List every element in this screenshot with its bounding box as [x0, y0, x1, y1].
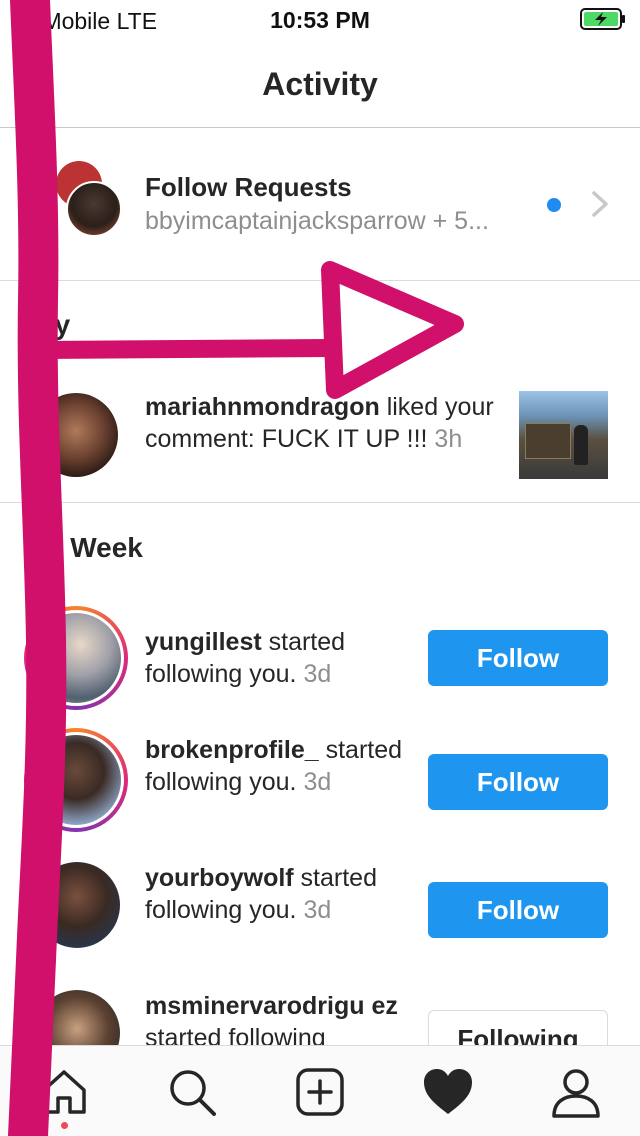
story-ring[interactable]: [24, 728, 128, 832]
activity-row-follow[interactable]: yourboywolf started following you. 3d Fo…: [0, 860, 640, 970]
section-header-this-week: his Week: [22, 532, 143, 563]
post-thumbnail[interactable]: [519, 391, 608, 479]
thumbnail-figure: [574, 425, 588, 465]
follow-button[interactable]: Follow: [428, 754, 608, 810]
page-title: Activity: [262, 66, 378, 102]
tab-search[interactable]: [164, 1064, 220, 1120]
activity-time: 3h: [434, 425, 463, 453]
avatar[interactable]: [34, 990, 120, 1045]
activity-text: mariahnmondragon liked your comment: FUC…: [145, 391, 495, 455]
username-link[interactable]: yungillest: [145, 628, 262, 656]
search-icon: [170, 1070, 216, 1116]
status-bar: T-Mobile LTE 10:53 PM: [0, 0, 640, 40]
section-header-today: day: [22, 309, 71, 340]
activity-row-follow[interactable]: brokenprofile_ started following you. 3d…: [0, 726, 640, 836]
activity-row-follow[interactable]: yungillest started following you. 3d Fol…: [0, 604, 640, 714]
profile-icon: [552, 1069, 600, 1118]
follow-button[interactable]: Follow: [428, 630, 608, 686]
activity-time: 3d: [303, 660, 332, 688]
home-icon: [42, 1070, 86, 1114]
tab-home[interactable]: [36, 1064, 92, 1129]
add-post-icon: [296, 1068, 344, 1116]
follow-requests-title: Follow Requests: [145, 172, 352, 202]
following-button[interactable]: Following: [428, 1010, 608, 1045]
activity-text: msminervarodrigu ez started following: [145, 990, 415, 1045]
activity-time: 3d: [303, 768, 332, 796]
activity-text: yungillest started following you. 3d: [145, 626, 415, 690]
notification-dot: [61, 1122, 68, 1129]
follow-requests-row[interactable]: Follow Requests bbyimcaptainjacksparrow …: [0, 129, 640, 281]
tab-bar: [0, 1045, 640, 1136]
follow-requests-subtitle: bbyimcaptainjacksparrow + 5...: [145, 207, 489, 235]
username-link[interactable]: msminervarodrigu ez: [145, 992, 398, 1020]
avatar: [31, 735, 121, 825]
activity-row-follow[interactable]: msminervarodrigu ez started following Fo…: [0, 988, 640, 1045]
username-link[interactable]: brokenprofile_: [145, 736, 319, 764]
username-link[interactable]: mariahnmondragon: [145, 393, 380, 421]
activity-row-like[interactable]: mariahnmondragon liked your comment: FUC…: [0, 391, 640, 503]
requester-avatar: [66, 181, 122, 237]
status-time: 10:53 PM: [270, 7, 370, 33]
activity-time: 3d: [303, 896, 332, 924]
header: Activity: [0, 40, 640, 128]
activity-text: brokenprofile_ started following you. 3d: [145, 734, 415, 798]
avatar: [31, 613, 121, 703]
chevron-right-icon[interactable]: [588, 189, 612, 219]
avatar[interactable]: [34, 393, 118, 477]
tab-activity[interactable]: [420, 1064, 476, 1120]
activity-heart-icon: [424, 1069, 472, 1114]
follow-button[interactable]: Follow: [428, 882, 608, 938]
tab-new-post[interactable]: [292, 1064, 348, 1120]
activity-text: yourboywolf started following you. 3d: [145, 862, 415, 926]
avatar[interactable]: [34, 862, 120, 948]
story-ring[interactable]: [24, 606, 128, 710]
tab-profile[interactable]: [548, 1064, 604, 1120]
activity-action: started following: [145, 1024, 326, 1045]
unread-dot: [547, 198, 561, 212]
thumbnail-sign: [525, 423, 571, 459]
battery-charging-icon: [580, 8, 625, 30]
username-link[interactable]: yourboywolf: [145, 864, 294, 892]
